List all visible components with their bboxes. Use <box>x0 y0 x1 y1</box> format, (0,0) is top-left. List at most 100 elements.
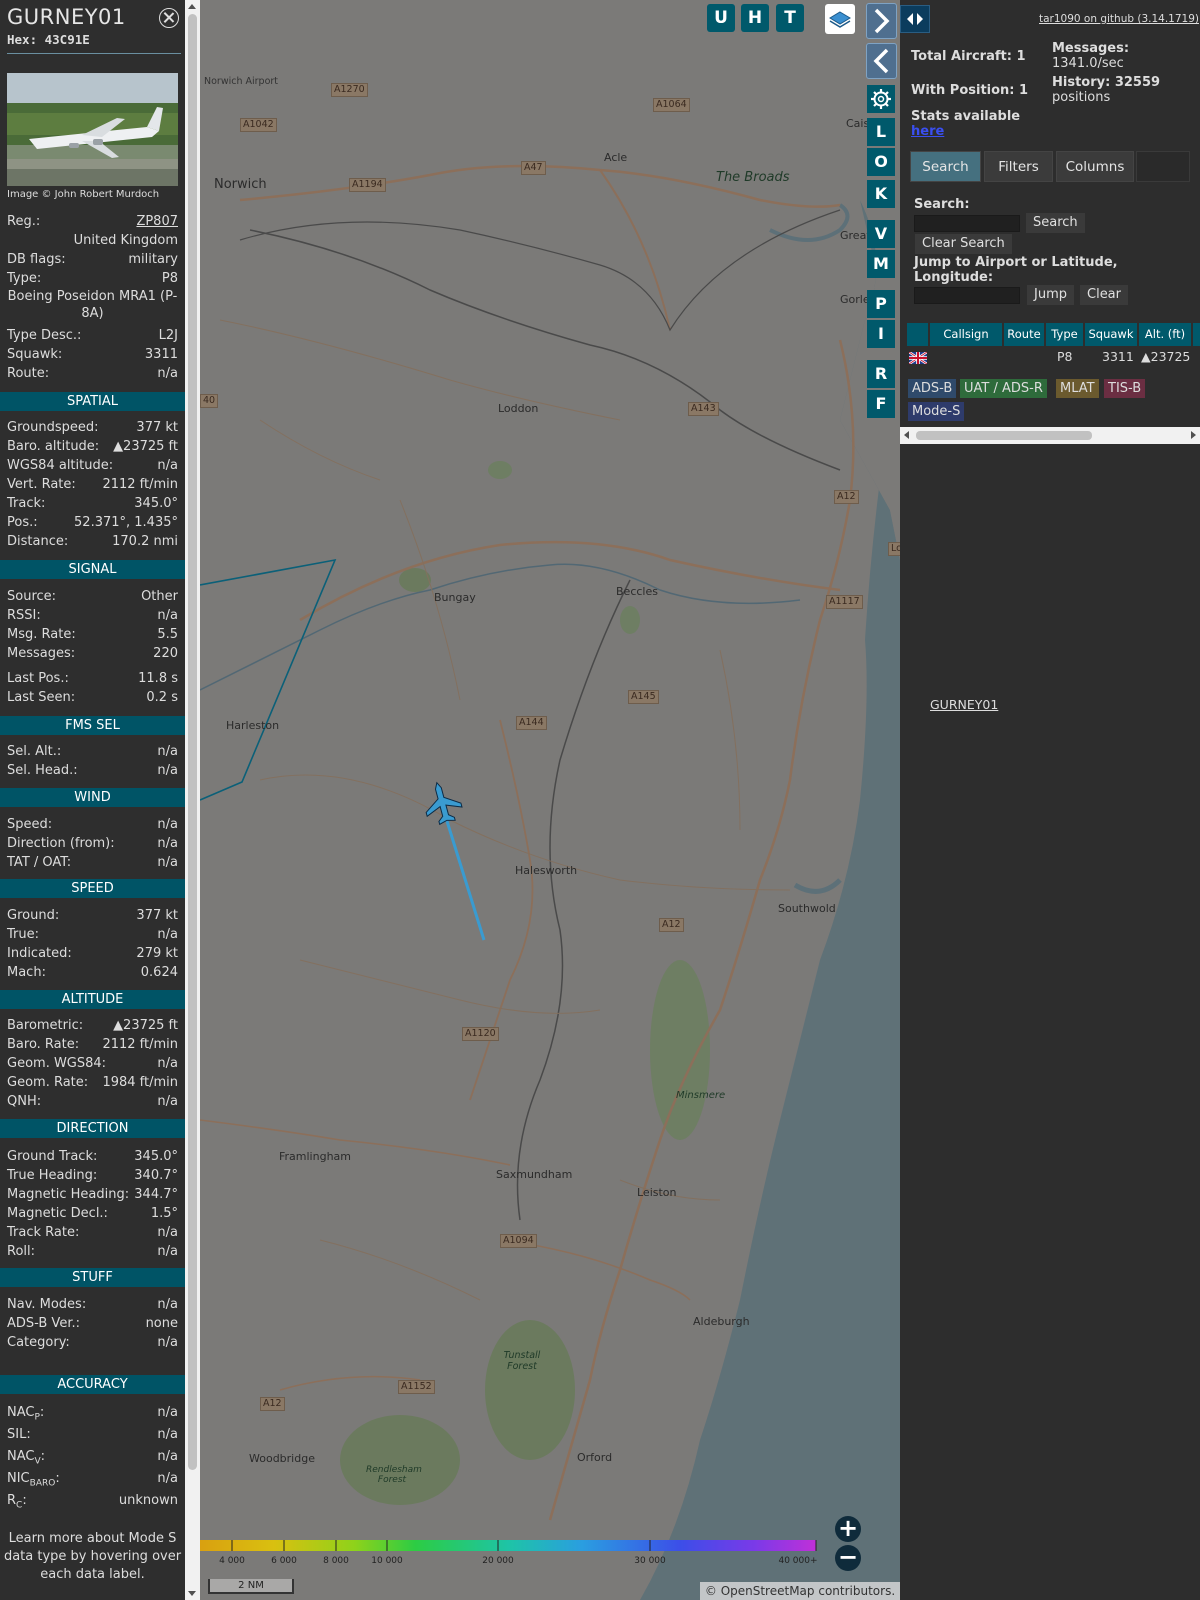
detail-row[interactable]: Distance: 170.2 nmi <box>7 532 178 551</box>
scroll-down-icon[interactable] <box>188 1591 196 1596</box>
detail-row[interactable]: RSSI: n/a <box>7 606 178 625</box>
expand-right-button[interactable] <box>866 3 897 39</box>
scrollbar-thumb[interactable] <box>188 14 197 1470</box>
detail-row[interactable]: Track Rate: n/a <box>7 1223 178 1242</box>
detail-row[interactable]: DB flags: military <box>7 250 178 269</box>
detail-row[interactable]: NACP: n/a <box>7 1403 178 1423</box>
legend-mlat[interactable]: MLAT <box>1056 379 1099 398</box>
jump-input[interactable] <box>914 287 1020 304</box>
detail-row[interactable]: Baro. altitude: ▲23725 ft <box>7 437 178 456</box>
detail-row[interactable]: Sel. Head.: n/a <box>7 761 178 780</box>
table-row[interactable]: GURNEY01 P8 3311 ▲23725 <box>907 347 1200 712</box>
toggle-t-button[interactable]: T <box>776 4 804 32</box>
legend-uat[interactable]: UAT / ADS-R <box>960 379 1047 398</box>
registration-link[interactable]: ZP807 <box>136 212 178 231</box>
tab-search[interactable]: Search <box>910 151 981 182</box>
sidebar-scrollbar[interactable] <box>185 0 200 1600</box>
table-header-type[interactable]: Type <box>1046 323 1083 346</box>
detail-row[interactable]: NICBARO: n/a <box>7 1469 178 1489</box>
detail-row[interactable]: Pos.: 52.371°, 1.435° <box>7 513 178 532</box>
detail-row[interactable]: Track: 345.0° <box>7 494 178 513</box>
detail-row[interactable]: Msg. Rate: 5.5 <box>7 625 178 644</box>
detail-row[interactable]: NACV: n/a <box>7 1447 178 1467</box>
search-input[interactable] <box>914 215 1020 232</box>
map-toggle-p-button[interactable]: P <box>867 290 895 318</box>
detail-row[interactable]: ADS-B Ver.: none <box>7 1314 178 1333</box>
hscroll-thumb[interactable] <box>916 431 1092 440</box>
detail-row[interactable]: Geom. WGS84: n/a <box>7 1054 178 1073</box>
table-header-altitude[interactable]: Alt. (ft) <box>1139 323 1191 346</box>
map-toggle-v-button[interactable]: V <box>867 220 895 248</box>
detail-row[interactable]: Nav. Modes: n/a <box>7 1295 178 1314</box>
table-header-route[interactable]: Route <box>1004 323 1044 346</box>
detail-row[interactable]: Messages: 220 <box>7 644 178 663</box>
toggle-h-button[interactable]: H <box>741 4 769 32</box>
osm-link[interactable]: OpenStreetMap <box>721 1584 815 1598</box>
close-icon[interactable] <box>159 8 179 28</box>
row-callsign[interactable]: GURNEY01 <box>930 695 998 714</box>
map-toggle-o-button[interactable]: O <box>867 148 895 176</box>
search-button[interactable]: Search <box>1026 213 1085 233</box>
clear-button[interactable]: Clear <box>1080 285 1128 305</box>
expand-left-button[interactable] <box>866 43 897 79</box>
legend-tisb[interactable]: TIS-B <box>1104 379 1146 398</box>
detail-row[interactable]: Barometric: ▲23725 ft <box>7 1016 178 1035</box>
detail-row[interactable]: Speed: n/a <box>7 815 178 834</box>
detail-row[interactable]: SIL: n/a <box>7 1425 178 1444</box>
detail-row[interactable]: United Kingdom <box>7 231 178 250</box>
map-view[interactable]: 4 000 6 000 8 000 10 000 20 000 30 000 4… <box>200 0 900 1600</box>
toggle-panel-button[interactable] <box>900 5 930 33</box>
detail-row[interactable]: Type Desc.: L2J <box>7 326 178 345</box>
toggle-u-button[interactable]: U <box>707 4 735 32</box>
map-toggle-f-button[interactable]: F <box>867 390 895 418</box>
tab-columns[interactable]: Columns <box>1056 151 1134 182</box>
detail-row[interactable]: Groundspeed: 377 kt <box>7 418 178 437</box>
map-toggle-m-button[interactable]: M <box>867 250 895 278</box>
scroll-left-icon[interactable] <box>904 431 909 439</box>
jump-button[interactable]: Jump <box>1027 285 1074 305</box>
settings-button[interactable] <box>867 85 895 113</box>
map-toggle-r-button[interactable]: R <box>867 360 895 388</box>
table-header-callsign[interactable]: Callsign <box>930 323 1002 346</box>
detail-row[interactable]: Route: n/a <box>7 364 178 383</box>
detail-row[interactable]: Last Pos.: 11.8 s <box>7 669 178 688</box>
zoom-out-button[interactable]: − <box>835 1545 861 1571</box>
detail-row[interactable]: True Heading: 340.7° <box>7 1166 178 1185</box>
detail-row[interactable]: Squawk: 3311 <box>7 345 178 364</box>
detail-row[interactable]: Category: n/a <box>7 1333 178 1352</box>
detail-row[interactable]: Baro. Rate: 2112 ft/min <box>7 1035 178 1054</box>
map-toggle-l-button[interactable]: L <box>867 118 895 146</box>
table-hscroll[interactable] <box>900 427 1200 444</box>
legend-modes[interactable]: Mode-S <box>908 402 965 421</box>
detail-row[interactable]: Reg.: ZP807 <box>7 212 178 231</box>
zoom-in-button[interactable]: + <box>835 1516 861 1542</box>
map-toggle-i-button[interactable]: I <box>867 320 895 348</box>
detail-row[interactable]: QNH: n/a <box>7 1092 178 1111</box>
map-toggle-k-button[interactable]: K <box>867 180 895 208</box>
table-header-overflow[interactable] <box>1193 323 1200 346</box>
detail-row[interactable]: Indicated: 279 kt <box>7 944 178 963</box>
detail-row[interactable]: Magnetic Decl.: 1.5° <box>7 1204 178 1223</box>
detail-row[interactable]: Type: P8 <box>7 269 178 288</box>
detail-row[interactable]: Geom. Rate: 1984 ft/min <box>7 1073 178 1092</box>
table-header-squawk[interactable]: Squawk <box>1085 323 1137 346</box>
tab-filters[interactable]: Filters <box>984 151 1053 182</box>
detail-row[interactable]: WGS84 altitude: n/a <box>7 456 178 475</box>
legend-adsb[interactable]: ADS-B <box>908 379 957 398</box>
detail-row[interactable]: TAT / OAT: n/a <box>7 853 178 872</box>
detail-row[interactable]: True: n/a <box>7 925 178 944</box>
detail-row[interactable]: RC: unknown <box>7 1491 178 1511</box>
table-header-flag[interactable] <box>907 323 928 346</box>
clear-search-button[interactable]: Clear Search <box>915 234 1012 254</box>
aircraft-photo[interactable] <box>7 73 178 186</box>
scroll-right-icon[interactable] <box>1191 431 1196 439</box>
detail-row[interactable]: Ground: 377 kt <box>7 906 178 925</box>
detail-row[interactable]: Magnetic Heading: 344.7° <box>7 1185 178 1204</box>
detail-row[interactable]: Sel. Alt.: n/a <box>7 742 178 761</box>
detail-row[interactable]: Direction (from): n/a <box>7 834 178 853</box>
detail-row[interactable]: Last Seen: 0.2 s <box>7 688 178 707</box>
scroll-up-icon[interactable] <box>188 4 196 9</box>
detail-row[interactable]: Roll: n/a <box>7 1242 178 1261</box>
detail-row[interactable]: Mach: 0.624 <box>7 963 178 982</box>
detail-row[interactable]: Ground Track: 345.0° <box>7 1147 178 1166</box>
